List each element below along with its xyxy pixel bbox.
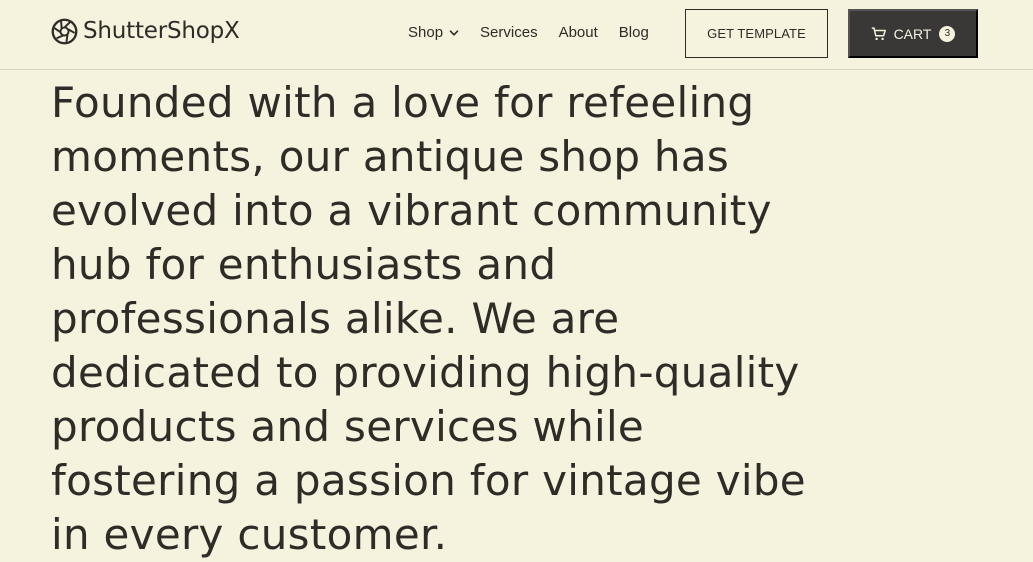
hero-line: Founded with a love for refeeling <box>51 78 755 127</box>
hero-line: fostering a passion for vintage vibe <box>51 456 806 505</box>
nav-services-label: Services <box>480 24 538 41</box>
brand-name: ShutterShopX <box>83 18 240 44</box>
hero-line: moments, our antique shop has <box>51 132 730 181</box>
hero-line: in every customer. <box>51 510 448 559</box>
nav-blog[interactable]: Blog <box>619 25 649 40</box>
hero-line: products and services while <box>51 402 645 451</box>
nav-shop[interactable]: Shop <box>408 25 459 40</box>
camera-aperture-icon <box>51 18 78 45</box>
brand-logo[interactable]: ShutterShopX <box>51 18 240 45</box>
hero-paragraph: Founded with a love for refeeling moment… <box>51 76 811 562</box>
cart-label: CART <box>893 25 932 42</box>
cart-icon <box>871 26 886 40</box>
cart-button[interactable]: CART 3 <box>848 9 978 58</box>
site-header: ShutterShopX Shop Services About Blog GE… <box>0 0 1033 70</box>
cart-count-badge: 3 <box>939 25 956 42</box>
nav-about-label: About <box>558 24 598 41</box>
nav-shop-label: Shop <box>408 24 444 41</box>
hero-line: dedicated to providing high-quality <box>51 348 800 397</box>
nav-about[interactable]: About <box>559 25 598 40</box>
chevron-down-icon <box>449 29 459 36</box>
nav-services[interactable]: Services <box>480 25 538 40</box>
get-template-button[interactable]: GET TEMPLATE <box>685 9 828 58</box>
hero-line: professionals alike. We are <box>51 294 620 343</box>
main-nav: Shop Services About Blog <box>408 25 649 40</box>
hero-line: hub for enthusiasts and <box>51 240 557 289</box>
hero-line: evolved into a vibrant community <box>51 186 772 235</box>
nav-blog-label: Blog <box>618 24 649 41</box>
